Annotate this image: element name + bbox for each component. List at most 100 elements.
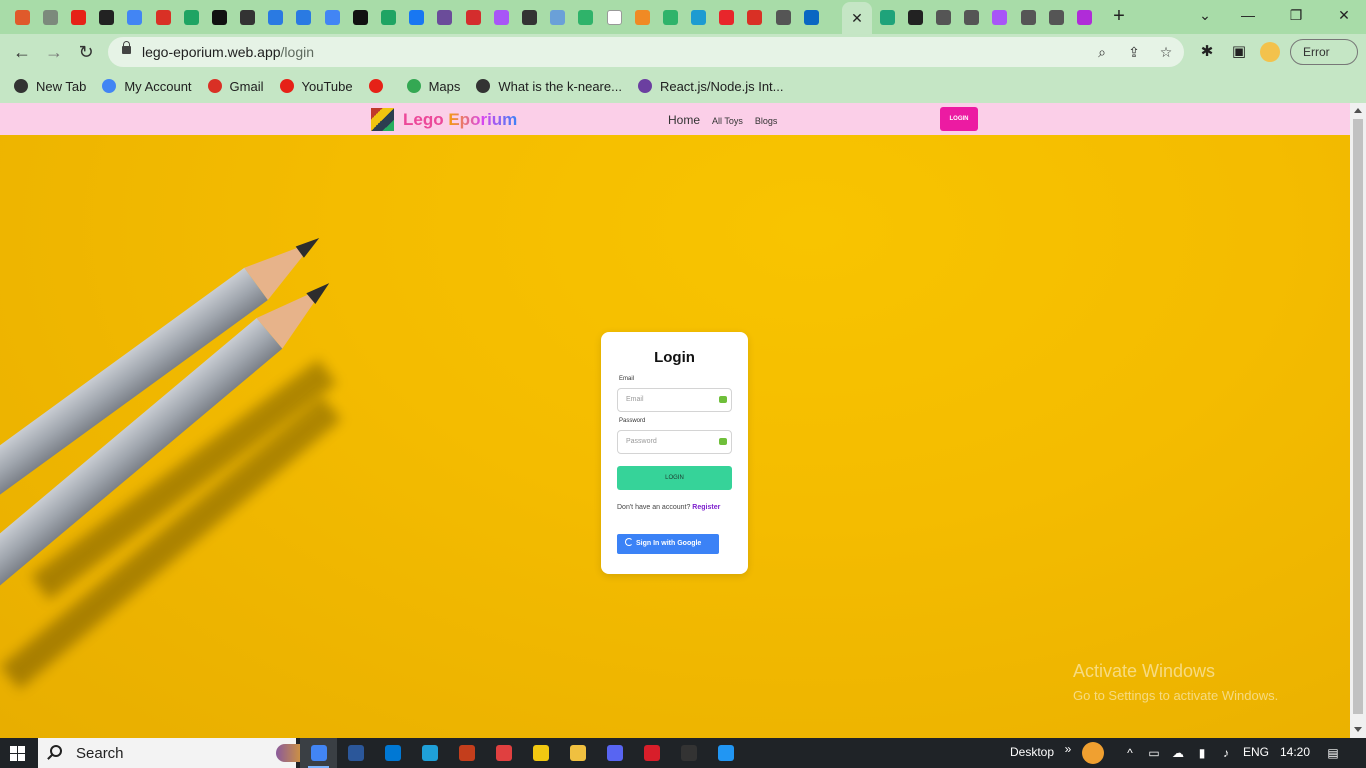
tab-icon-c-green-2[interactable] bbox=[656, 6, 684, 28]
tab-icon-chrome-3[interactable] bbox=[769, 6, 797, 28]
taskbar-app-edge[interactable] bbox=[411, 738, 448, 768]
tab-icon-google-2[interactable] bbox=[318, 6, 346, 28]
taskbar-search[interactable]: Search bbox=[38, 738, 330, 768]
back-arrow-icon[interactable]: ← bbox=[10, 40, 34, 64]
taskbar-app-shield[interactable] bbox=[633, 738, 670, 768]
tab-icon-netlify[interactable] bbox=[459, 6, 487, 28]
extensions-icon[interactable]: ✱ bbox=[1196, 41, 1218, 63]
tab-icon-google[interactable] bbox=[121, 6, 149, 28]
onedrive-cloud-icon[interactable]: ☁ bbox=[1170, 745, 1186, 761]
email-field[interactable]: Email bbox=[617, 388, 732, 412]
tab-icon-lego[interactable] bbox=[873, 6, 901, 28]
share-icon[interactable]: ⇪ bbox=[1124, 42, 1144, 62]
nav-link-all-toys[interactable]: All Toys bbox=[712, 116, 743, 126]
page-scrollbar[interactable] bbox=[1350, 103, 1366, 738]
forward-arrow-icon[interactable]: → bbox=[42, 40, 66, 64]
nav-link-home[interactable]: Home bbox=[668, 113, 700, 127]
tab-icon-vite-2[interactable] bbox=[986, 6, 1014, 28]
active-tab[interactable]: ✕ bbox=[842, 2, 872, 34]
tab-icon-w[interactable] bbox=[600, 6, 628, 28]
bookmark-item[interactable] bbox=[368, 79, 391, 93]
tab-icon-chrome-7[interactable] bbox=[1042, 6, 1070, 28]
taskbar-app-file-explorer[interactable] bbox=[559, 738, 596, 768]
desktop-toolbar-label[interactable]: Desktop bbox=[1010, 745, 1054, 759]
tab-icon-c-green[interactable] bbox=[572, 6, 600, 28]
scroll-up-arrow-icon[interactable] bbox=[1354, 108, 1362, 113]
taskbar-app-vscode[interactable] bbox=[707, 738, 744, 768]
tab-icon-chrome-2[interactable] bbox=[515, 6, 543, 28]
nav-link-blogs[interactable]: Blogs bbox=[755, 116, 778, 126]
bookmark-star-icon[interactable]: ☆ bbox=[1156, 42, 1176, 62]
tab-icon-chrome-4[interactable] bbox=[929, 6, 957, 28]
tab-icon-github[interactable] bbox=[93, 6, 121, 28]
tab-icon-chatgpt[interactable] bbox=[36, 6, 64, 28]
tab-icon-pattern[interactable] bbox=[431, 6, 459, 28]
tab-icon-is[interactable] bbox=[685, 6, 713, 28]
scroll-down-arrow-icon[interactable] bbox=[1354, 727, 1362, 732]
reload-icon[interactable]: ↻ bbox=[74, 40, 98, 64]
taskbar-app-terminal[interactable] bbox=[670, 738, 707, 768]
bookmark-item[interactable]: Gmail bbox=[207, 79, 264, 94]
lock-icon[interactable] bbox=[122, 41, 131, 54]
login-submit-button[interactable]: LOGIN bbox=[617, 466, 732, 490]
meet-now-icon[interactable]: ▭ bbox=[1146, 745, 1162, 761]
autofill-key-icon[interactable] bbox=[719, 396, 727, 403]
tab-icon-vite[interactable] bbox=[487, 6, 515, 28]
bookmark-item[interactable]: What is the k-neare... bbox=[476, 79, 622, 94]
weather-icon[interactable] bbox=[1082, 742, 1104, 764]
tab-icon-drive-2[interactable] bbox=[374, 6, 402, 28]
side-panel-icon[interactable]: ▣ bbox=[1228, 41, 1250, 63]
close-tab-icon[interactable]: ✕ bbox=[851, 10, 863, 27]
taskbar-app-word[interactable] bbox=[337, 738, 374, 768]
tab-icon-chrome-6[interactable] bbox=[1014, 6, 1042, 28]
url-text[interactable]: lego-eporium.web.app/login bbox=[142, 44, 314, 60]
bookmark-item[interactable]: My Account bbox=[102, 79, 192, 94]
tab-icon-ibb-1[interactable] bbox=[262, 6, 290, 28]
bookmark-item[interactable]: React.js/Node.js Int... bbox=[637, 79, 784, 94]
bookmark-item[interactable]: YouTube bbox=[279, 79, 353, 94]
taskbar-app-discord[interactable] bbox=[596, 738, 633, 768]
brand-name[interactable]: Lego Eporium bbox=[403, 110, 517, 130]
tab-icon-red-circle[interactable] bbox=[713, 6, 741, 28]
tab-icon-1[interactable] bbox=[8, 6, 36, 28]
tab-icon-codeforces-2[interactable] bbox=[346, 6, 374, 28]
show-hidden-icons-chevron-icon[interactable]: ^ bbox=[1122, 745, 1138, 761]
tab-icon-chrome-1[interactable] bbox=[234, 6, 262, 28]
brand-logo[interactable] bbox=[371, 108, 394, 131]
bookmark-item[interactable]: Maps bbox=[406, 79, 460, 94]
taskbar-app-chrome[interactable] bbox=[300, 738, 337, 768]
tab-icon-youtube[interactable] bbox=[64, 6, 92, 28]
zoom-icon[interactable]: ⌕ bbox=[1092, 42, 1112, 62]
register-link[interactable]: Register bbox=[692, 504, 720, 511]
taskbar-app-app-swirl[interactable] bbox=[485, 738, 522, 768]
tab-icon-gmail-2[interactable] bbox=[741, 6, 769, 28]
tab-icon-drive[interactable] bbox=[177, 6, 205, 28]
address-bar[interactable]: lego-eporium.web.app/login ⌕ ⇪ ☆ bbox=[108, 37, 1184, 67]
tab-icon-codeforces[interactable] bbox=[205, 6, 233, 28]
tab-icon-purple[interactable] bbox=[1070, 6, 1098, 28]
error-button[interactable]: Error bbox=[1290, 39, 1358, 65]
minimize-button[interactable]: — bbox=[1228, 4, 1268, 26]
scroll-thumb[interactable] bbox=[1353, 119, 1363, 714]
tab-search-chevron-icon[interactable]: ⌄ bbox=[1185, 4, 1225, 26]
language-indicator[interactable]: ENG bbox=[1243, 745, 1269, 759]
tab-icon-linkedin[interactable] bbox=[797, 6, 825, 28]
autofill-key-icon[interactable] bbox=[719, 438, 727, 445]
navbar-login-button[interactable]: LOGIN bbox=[940, 107, 978, 131]
close-window-button[interactable]: ✕ bbox=[1324, 4, 1364, 26]
tab-icon-ibb-2[interactable] bbox=[290, 6, 318, 28]
tab-icon-facebook[interactable] bbox=[403, 6, 431, 28]
taskbar-app-store[interactable] bbox=[522, 738, 559, 768]
new-tab-button[interactable]: + bbox=[1108, 6, 1130, 28]
restore-button[interactable]: ❐ bbox=[1276, 4, 1316, 26]
windows-start-icon[interactable] bbox=[10, 746, 25, 761]
clock[interactable]: 14:20 bbox=[1280, 745, 1310, 759]
tab-icon-bottle[interactable] bbox=[544, 6, 572, 28]
tab-icon-github-2[interactable] bbox=[901, 6, 929, 28]
volume-icon[interactable]: ♪ bbox=[1218, 745, 1234, 761]
notifications-icon[interactable]: ▤ bbox=[1325, 745, 1341, 761]
toolbar-expand-icon[interactable]: » bbox=[1060, 741, 1076, 757]
taskbar-app-powerpoint[interactable] bbox=[448, 738, 485, 768]
tab-icon-orange[interactable] bbox=[628, 6, 656, 28]
battery-icon[interactable]: ▮ bbox=[1194, 745, 1210, 761]
